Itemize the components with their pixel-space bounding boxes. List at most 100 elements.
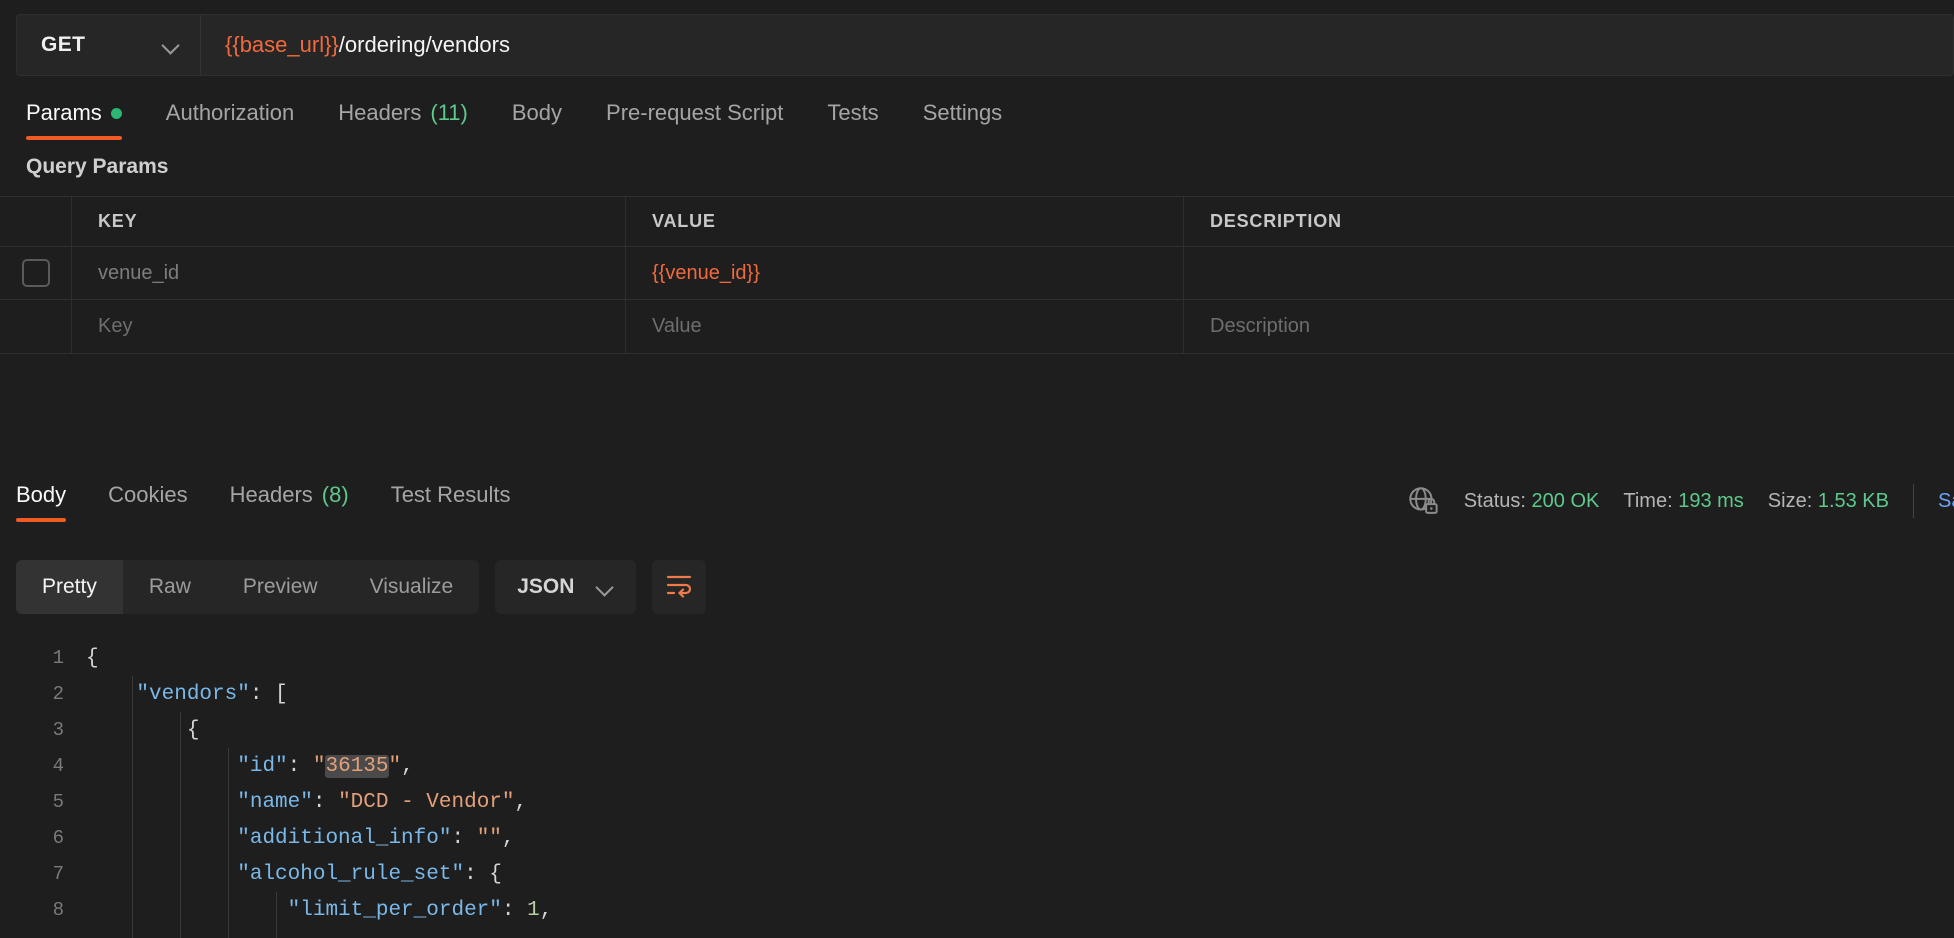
tab-cookies[interactable]: Cookies	[108, 472, 205, 526]
code-token: :	[451, 826, 477, 850]
tab-params-label: Params	[26, 100, 102, 125]
time-indicator: Time: 193 ms	[1623, 490, 1743, 513]
table-header-row: KEY VALUE DESCRIPTION	[0, 197, 1954, 247]
code-token: : [	[249, 682, 288, 706]
new-param-value-input[interactable]: Value	[626, 300, 1184, 353]
code-token: {	[186, 718, 200, 742]
tab-response-headers-label: Headers	[229, 482, 313, 507]
tab-tests[interactable]: Tests	[827, 90, 896, 144]
param-description-input[interactable]	[1184, 247, 1954, 299]
request-tab-bar: Params Authorization Headers (11) Body P…	[0, 90, 1954, 152]
time-label: Time:	[1623, 489, 1673, 512]
response-meta-bar: Status: 200 OK Time: 193 ms Size: 1.53 K…	[1406, 484, 1954, 518]
code-text: {	[86, 718, 200, 742]
tab-body-label: Body	[511, 100, 563, 125]
status-value: 200 OK	[1531, 489, 1600, 512]
code-token: ""	[476, 826, 502, 850]
tab-body[interactable]: Body	[512, 90, 580, 144]
save-response-button[interactable]: Save Response	[1938, 490, 1954, 513]
request-url-bar: GET {{base_url}}/ordering/vendors	[0, 0, 1954, 90]
line-number: 6	[52, 827, 64, 849]
code-token: 36135	[325, 754, 389, 778]
header-cell-value: VALUE	[626, 197, 1184, 246]
code-token: :	[312, 790, 339, 814]
query-params-table: KEY VALUE DESCRIPTION venue_id {{venue_i…	[0, 196, 1954, 354]
size-indicator: Size: 1.53 KB	[1768, 490, 1889, 513]
view-mode-visualize[interactable]: Visualize	[344, 560, 480, 614]
code-token: :	[501, 898, 528, 922]
code-token: "alcohol_rule_set"	[237, 862, 465, 886]
url-variable-token: {{base_url}}	[225, 32, 339, 57]
line-number: 4	[52, 755, 64, 777]
response-body-code[interactable]: 1 {2 "vendors": [3 {4 "id": "36135", 5 "na…	[0, 640, 1954, 938]
code-token: "	[388, 754, 402, 778]
tab-settings-label: Settings	[922, 100, 1003, 125]
code-token: "name"	[237, 790, 313, 814]
row-checkbox-cell-empty	[0, 300, 72, 353]
code-token: ,	[539, 898, 553, 922]
line-number: 8	[52, 899, 64, 921]
tab-response-body-label: Body	[16, 482, 67, 507]
tab-test-results-label: Test Results	[390, 482, 511, 507]
code-text: "name": "DCD - Vendor",	[86, 791, 527, 814]
tab-tests-label: Tests	[827, 100, 879, 125]
param-value-input[interactable]: {{venue_id}}	[626, 247, 1184, 299]
url-input-group: GET {{base_url}}/ordering/vendors	[16, 14, 1954, 76]
table-row: venue_id {{venue_id}}	[0, 247, 1954, 300]
new-param-key-input[interactable]: Key	[72, 300, 626, 353]
tab-response-headers-count: (8)	[321, 482, 349, 507]
params-modified-dot-icon	[110, 107, 122, 119]
code-text: "limit_per_order": 1,	[86, 898, 553, 922]
view-mode-group: Pretty Raw Preview Visualize	[16, 560, 480, 614]
table-row: Key Value Description	[0, 300, 1954, 353]
param-key-input[interactable]: venue_id	[72, 247, 626, 299]
code-token: "DCD - Vendor"	[338, 790, 515, 814]
http-method-select[interactable]: GET	[17, 15, 201, 75]
code-token: : {	[464, 862, 502, 886]
code-token: "id"	[237, 754, 288, 778]
header-cell-key: KEY	[72, 197, 626, 246]
tab-response-body[interactable]: Body	[16, 472, 84, 526]
status-label: Status:	[1463, 489, 1526, 512]
line-number: 1	[52, 647, 64, 669]
url-input[interactable]: {{base_url}}/ordering/vendors	[201, 15, 1953, 75]
code-text: {	[86, 647, 99, 670]
code-text: "additional_info": "",	[86, 826, 515, 850]
code-token: "additional_info"	[237, 826, 452, 850]
code-text: "id": "36135",	[86, 754, 414, 778]
tab-headers[interactable]: Headers (11)	[338, 90, 486, 144]
code-token: "vendors"	[136, 682, 250, 706]
view-mode-raw[interactable]: Raw	[123, 560, 217, 614]
line-number: 7	[52, 863, 64, 885]
tab-settings[interactable]: Settings	[923, 90, 1021, 144]
response-format-label: JSON	[517, 575, 575, 598]
globe-lock-icon[interactable]	[1406, 484, 1440, 518]
header-cell-description: DESCRIPTION	[1210, 211, 1342, 231]
status-indicator: Status: 200 OK	[1464, 490, 1600, 513]
active-response-tab-underline	[16, 518, 67, 522]
code-token: ,	[501, 826, 515, 850]
row-checkbox-cell	[0, 247, 72, 299]
code-token: {	[86, 646, 99, 670]
view-mode-preview[interactable]: Preview	[217, 560, 344, 614]
tab-response-headers[interactable]: Headers (8)	[230, 472, 367, 526]
tab-authorization[interactable]: Authorization	[166, 90, 312, 144]
code-token: ,	[514, 790, 528, 814]
new-param-description-input[interactable]: Description	[1184, 300, 1954, 353]
tab-params[interactable]: Params	[26, 90, 140, 144]
response-format-select[interactable]: JSON	[495, 560, 637, 614]
meta-divider	[1913, 484, 1914, 518]
param-enabled-checkbox[interactable]	[21, 259, 50, 287]
code-token: ,	[401, 754, 414, 778]
tab-pre-request-script[interactable]: Pre-request Script	[606, 90, 801, 144]
chevron-down-icon	[596, 578, 614, 596]
code-token: "	[312, 754, 326, 778]
view-mode-pretty[interactable]: Pretty	[16, 560, 123, 614]
tab-test-results[interactable]: Test Results	[391, 472, 529, 526]
wrap-lines-button[interactable]	[652, 560, 707, 614]
code-text: "alcohol_rule_set": {	[86, 863, 502, 886]
code-token: "limit_per_order"	[287, 898, 502, 922]
size-label: Size:	[1767, 489, 1813, 512]
tab-cookies-label: Cookies	[108, 482, 188, 507]
line-number: 2	[52, 683, 64, 705]
